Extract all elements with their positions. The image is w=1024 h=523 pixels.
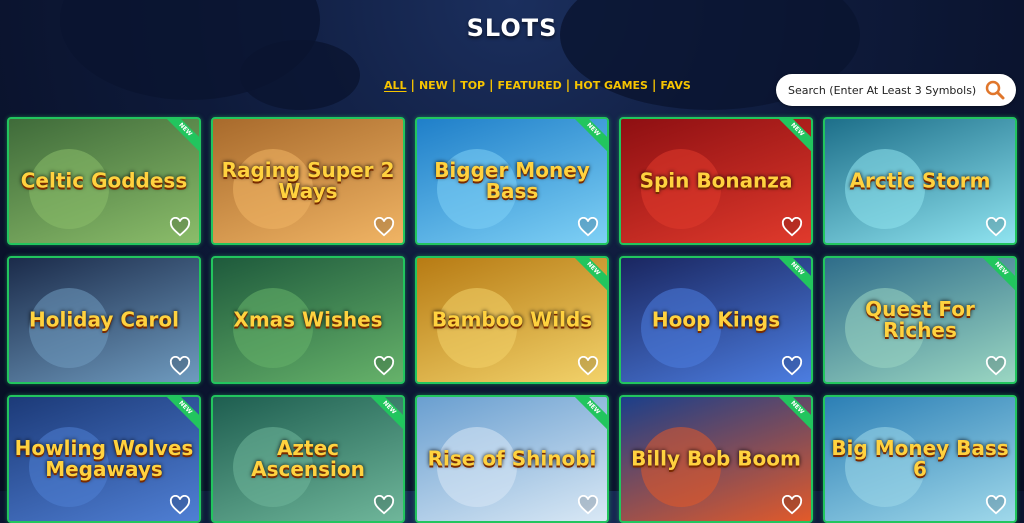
new-badge-label: NEW bbox=[573, 258, 607, 292]
heart-icon bbox=[985, 355, 1007, 376]
favorite-button[interactable] bbox=[985, 216, 1007, 237]
game-title: Rise of Shinobi bbox=[427, 446, 597, 471]
heart-icon bbox=[373, 494, 395, 515]
filter-tab-favs[interactable]: FAVS bbox=[656, 79, 694, 92]
game-tile[interactable]: Raging Super 2 Ways bbox=[211, 117, 405, 245]
new-badge-label: NEW bbox=[369, 397, 403, 431]
new-badge: NEW bbox=[777, 119, 811, 153]
new-badge: NEW bbox=[573, 119, 607, 153]
game-tile[interactable]: Holiday Carol bbox=[7, 256, 201, 384]
new-badge-label: NEW bbox=[165, 397, 199, 431]
new-badge: NEW bbox=[777, 258, 811, 292]
new-badge: NEW bbox=[369, 397, 403, 431]
game-tile[interactable]: Bamboo Wilds NEW bbox=[415, 256, 609, 384]
game-tile[interactable]: Aztec Ascension NEW bbox=[211, 395, 405, 523]
new-badge: NEW bbox=[165, 397, 199, 431]
game-title: Spin Bonanza bbox=[639, 168, 793, 193]
background-foliage bbox=[240, 40, 360, 110]
search-input[interactable] bbox=[786, 82, 980, 98]
game-title: Quest For Riches bbox=[865, 297, 975, 342]
search-icon bbox=[985, 80, 1005, 100]
heart-icon bbox=[169, 216, 191, 237]
game-tile[interactable]: Hoop Kings NEW bbox=[619, 256, 813, 384]
favorite-button[interactable] bbox=[169, 494, 191, 515]
game-tile[interactable]: Quest For Riches NEW bbox=[823, 256, 1017, 384]
new-badge: NEW bbox=[573, 258, 607, 292]
heart-icon bbox=[577, 355, 599, 376]
new-badge-label: NEW bbox=[777, 119, 811, 153]
filter-tab-hot-games[interactable]: HOT GAMES bbox=[570, 79, 652, 92]
game-title: Arctic Storm bbox=[849, 168, 991, 193]
heart-icon bbox=[781, 216, 803, 237]
filter-tab-top[interactable]: TOP bbox=[456, 79, 489, 92]
new-badge: NEW bbox=[981, 258, 1015, 292]
game-title: Bigger Money Bass bbox=[434, 158, 590, 203]
heart-icon bbox=[781, 494, 803, 515]
game-tile[interactable]: Rise of Shinobi NEW bbox=[415, 395, 609, 523]
game-tile[interactable]: Big Money Bass 6 bbox=[823, 395, 1017, 523]
heart-icon bbox=[169, 355, 191, 376]
game-title: Billy Bob Boom bbox=[631, 446, 801, 471]
favorite-button[interactable] bbox=[781, 216, 803, 237]
new-badge: NEW bbox=[165, 119, 199, 153]
filter-tabs: ALL | NEW | TOP | FEATURED | HOT GAMES | FAVS bbox=[380, 78, 695, 92]
game-title: Big Money Bass 6 bbox=[831, 436, 1009, 481]
favorite-button[interactable] bbox=[781, 494, 803, 515]
search-box bbox=[776, 74, 1016, 106]
favorite-button[interactable] bbox=[373, 355, 395, 376]
favorite-button[interactable] bbox=[373, 494, 395, 515]
favorite-button[interactable] bbox=[577, 494, 599, 515]
search-button[interactable] bbox=[980, 75, 1010, 105]
favorite-button[interactable] bbox=[985, 494, 1007, 515]
heart-icon bbox=[985, 494, 1007, 515]
new-badge-label: NEW bbox=[573, 119, 607, 153]
game-tile[interactable]: Spin Bonanza NEW bbox=[619, 117, 813, 245]
favorite-button[interactable] bbox=[577, 355, 599, 376]
game-title: Celtic Goddess bbox=[20, 168, 188, 193]
game-title: Aztec Ascension bbox=[251, 436, 365, 481]
filter-tab-all[interactable]: ALL bbox=[380, 79, 411, 92]
favorite-button[interactable] bbox=[169, 355, 191, 376]
game-title: Bamboo Wilds bbox=[431, 307, 593, 332]
game-title: Raging Super 2 Ways bbox=[221, 158, 395, 203]
game-title: Xmas Wishes bbox=[233, 307, 383, 332]
new-badge: NEW bbox=[777, 397, 811, 431]
game-tile[interactable]: Bigger Money Bass NEW bbox=[415, 117, 609, 245]
heart-icon bbox=[373, 355, 395, 376]
game-tile[interactable]: Billy Bob Boom NEW bbox=[619, 395, 813, 523]
game-tile[interactable]: Howling Wolves Megaways NEW bbox=[7, 395, 201, 523]
heart-icon bbox=[169, 494, 191, 515]
heart-icon bbox=[985, 216, 1007, 237]
favorite-button[interactable] bbox=[373, 216, 395, 237]
heart-icon bbox=[373, 216, 395, 237]
game-title: Holiday Carol bbox=[28, 307, 180, 332]
new-badge-label: NEW bbox=[777, 258, 811, 292]
new-badge-label: NEW bbox=[981, 258, 1015, 292]
new-badge-label: NEW bbox=[165, 119, 199, 153]
page-title: SLOTS bbox=[466, 14, 558, 42]
new-badge-label: NEW bbox=[777, 397, 811, 431]
heart-icon bbox=[577, 216, 599, 237]
game-title: Howling Wolves Megaways bbox=[14, 436, 194, 481]
filter-tab-featured[interactable]: FEATURED bbox=[494, 79, 566, 92]
heart-icon bbox=[577, 494, 599, 515]
favorite-button[interactable] bbox=[781, 355, 803, 376]
game-grid: Celtic Goddess NEW Raging Super 2 Ways Bigg… bbox=[7, 117, 1017, 523]
game-tile[interactable]: Celtic Goddess NEW bbox=[7, 117, 201, 245]
favorite-button[interactable] bbox=[169, 216, 191, 237]
favorite-button[interactable] bbox=[985, 355, 1007, 376]
new-badge-label: NEW bbox=[573, 397, 607, 431]
game-title: Hoop Kings bbox=[651, 307, 781, 332]
favorite-button[interactable] bbox=[577, 216, 599, 237]
heart-icon bbox=[781, 355, 803, 376]
new-badge: NEW bbox=[573, 397, 607, 431]
filter-tab-new[interactable]: NEW bbox=[415, 79, 452, 92]
game-tile[interactable]: Arctic Storm bbox=[823, 117, 1017, 245]
game-tile[interactable]: Xmas Wishes bbox=[211, 256, 405, 384]
